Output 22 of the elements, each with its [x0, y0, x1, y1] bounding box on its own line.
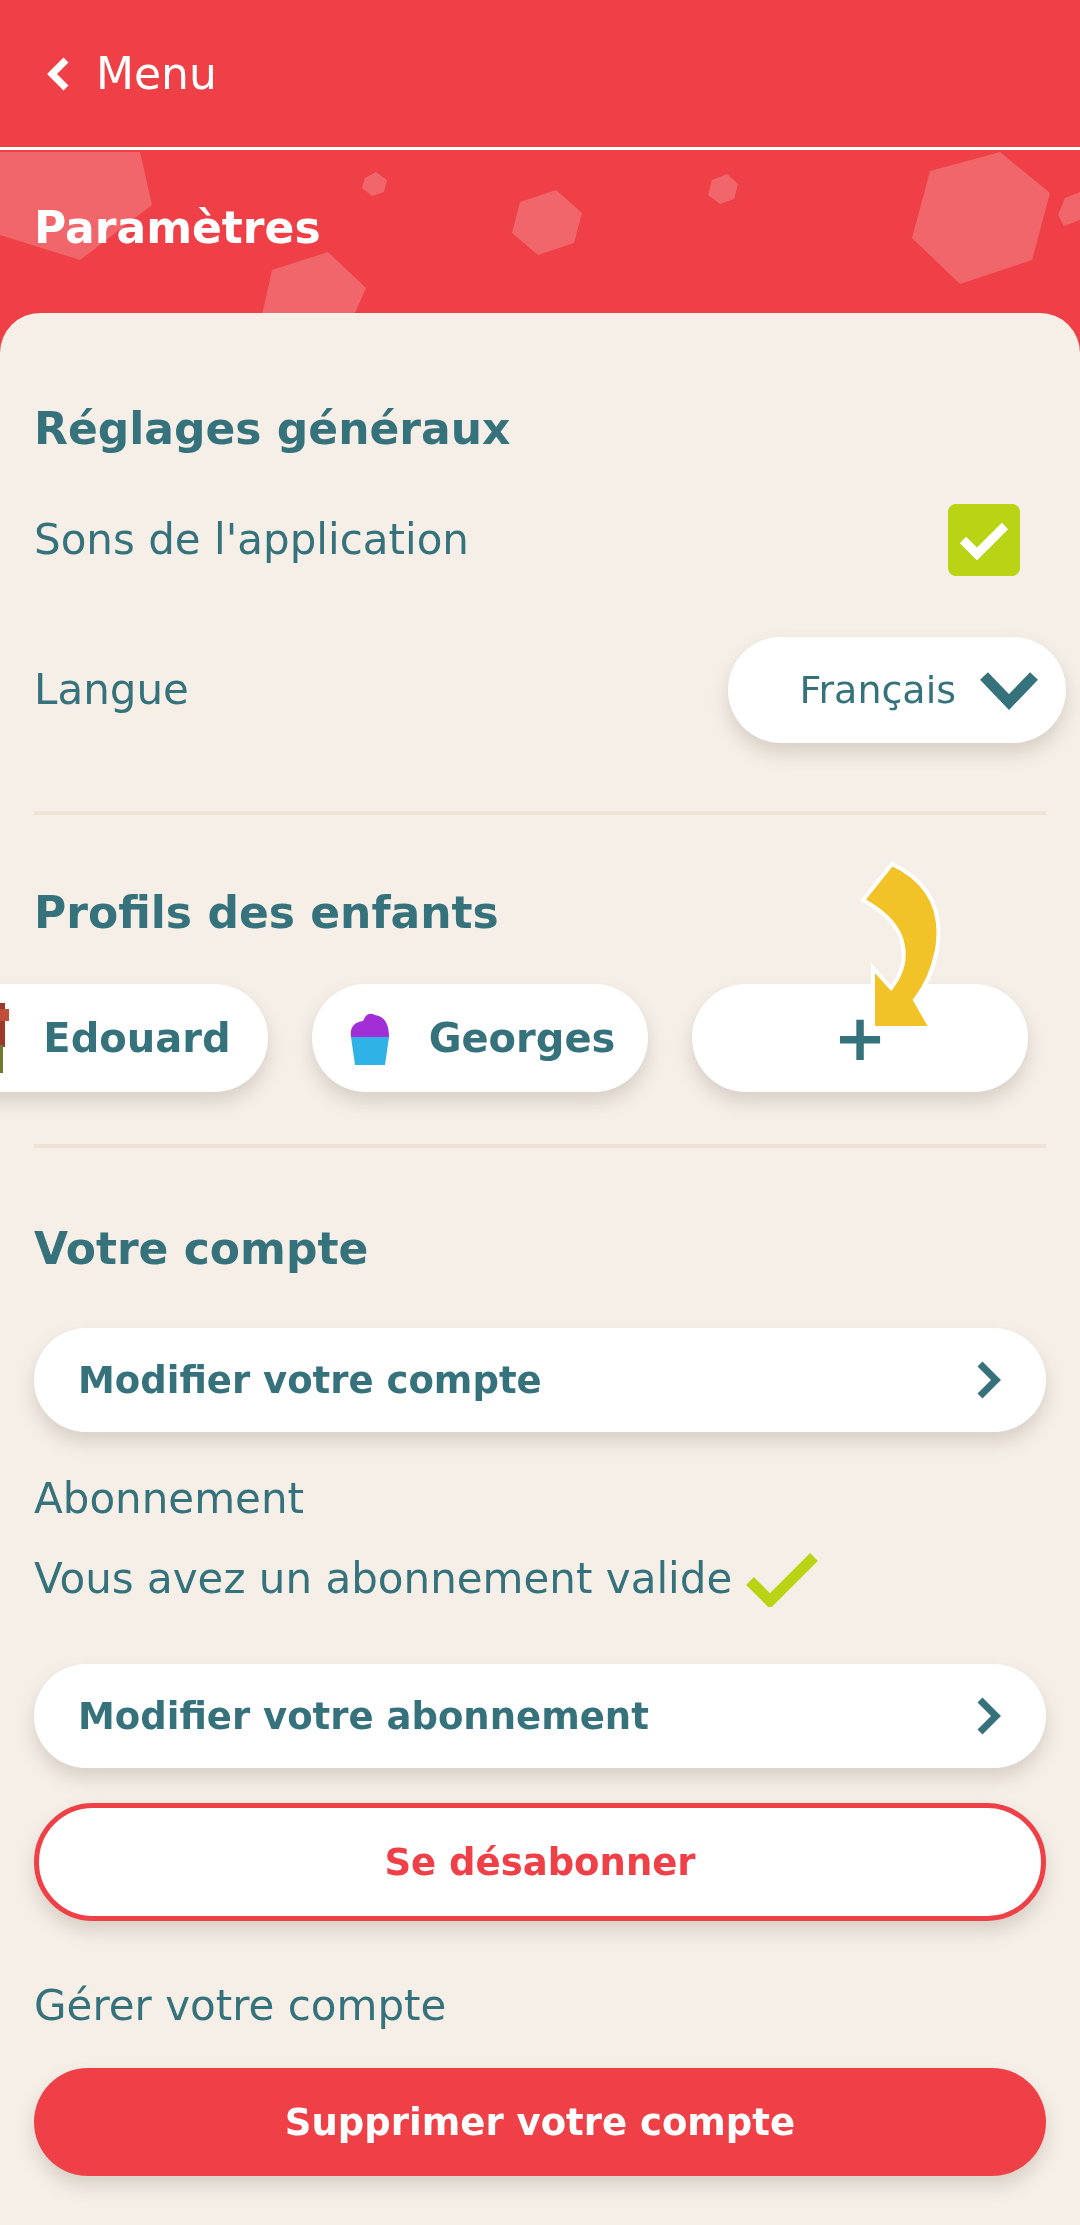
check-icon	[959, 520, 1009, 560]
section-heading: Votre compte	[34, 1223, 370, 1275]
unsubscribe-button[interactable]: Se désabonner	[34, 1803, 1046, 1921]
profile-chip[interactable]: Georges	[312, 984, 648, 1092]
subscription-label: Abonnement	[34, 1474, 305, 1524]
manage-account-label: Gérer votre compte	[34, 1981, 448, 2031]
section-heading: Profils des enfants	[34, 887, 500, 939]
setting-label: Sons de l'application	[34, 515, 469, 565]
setting-label: Langue	[34, 665, 189, 715]
section-heading: Réglages généraux	[34, 403, 512, 455]
add-profile-button[interactable]: +	[692, 984, 1028, 1092]
back-icon	[46, 55, 70, 92]
sound-checkbox[interactable]	[948, 504, 1020, 576]
delete-account-button[interactable]: Supprimer votre compte	[34, 2068, 1046, 2176]
profile-chip[interactable]: Edouard	[0, 984, 268, 1092]
back-button[interactable]: Menu	[46, 48, 217, 99]
edit-account-button[interactable]: Modifier votre compte	[34, 1328, 1046, 1432]
subscription-status: Vous avez un abonnement valide	[34, 1554, 733, 1604]
edit-subscription-button[interactable]: Modifier votre abonnement	[34, 1664, 1046, 1768]
page-title: Paramètres	[34, 202, 321, 253]
chevron-down-icon	[978, 670, 1040, 710]
language-dropdown[interactable]: Français	[728, 637, 1066, 743]
